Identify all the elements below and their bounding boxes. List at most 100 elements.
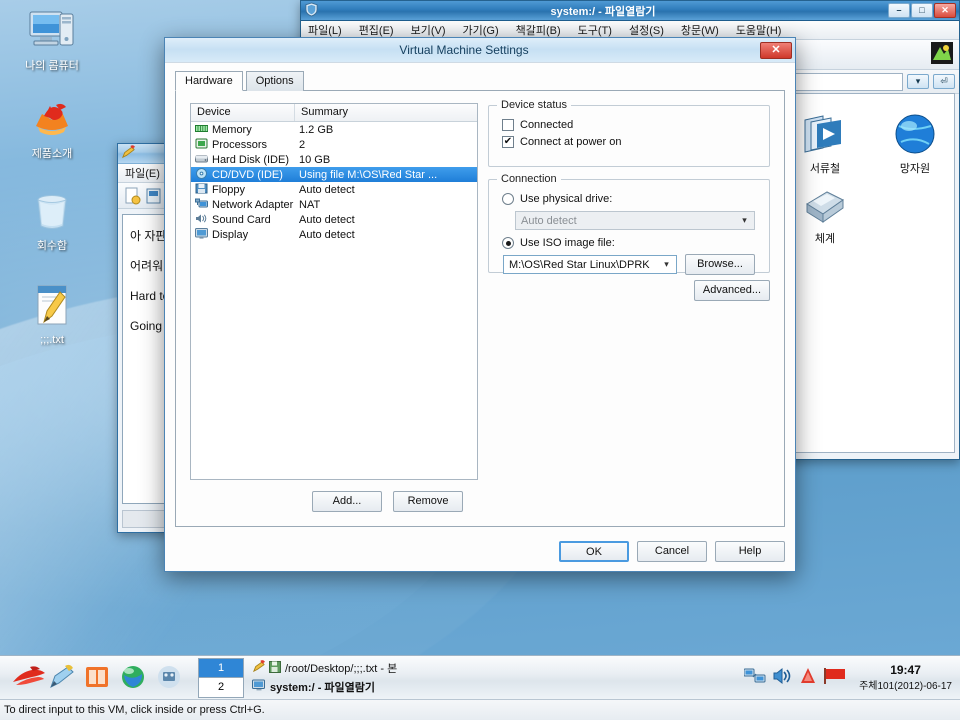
new-document-icon[interactable] xyxy=(123,187,141,205)
device-name: Processors xyxy=(212,139,267,151)
cancel-button[interactable]: Cancel xyxy=(637,541,707,562)
physical-drive-combo[interactable]: Auto detect ▾ xyxy=(515,211,755,230)
device-summary: 10 GB xyxy=(299,154,477,166)
connected-label: Connected xyxy=(520,119,573,131)
device-name: Memory xyxy=(212,124,252,136)
device-name: CD/DVD (IDE) xyxy=(212,169,283,181)
radio-dot[interactable] xyxy=(502,193,514,205)
device-row-hard-disk[interactable]: Hard Disk (IDE) 10 GB xyxy=(191,152,477,167)
cddvd-icon xyxy=(195,168,208,182)
device-summary: Using file M:\OS\Red Star ... xyxy=(299,169,477,181)
maximize-button[interactable]: □ xyxy=(911,3,933,18)
location-dropdown-icon[interactable]: ▾ xyxy=(907,74,929,89)
device-name: Floppy xyxy=(212,184,245,196)
taskbar[interactable]: 1 2 /root/Desktop/;;;.txt - 본 system:/ -… xyxy=(0,655,960,699)
radio-dot[interactable] xyxy=(502,237,514,249)
desktop-icon-text-file[interactable]: ;;;.txt xyxy=(6,282,98,347)
taskbar-item-label: /root/Desktop/;;;.txt - 본 xyxy=(285,660,397,676)
volume-icon[interactable] xyxy=(773,667,793,688)
go-button[interactable]: ⏎ xyxy=(933,74,955,89)
pager-desktop-2[interactable]: 2 xyxy=(199,678,243,697)
device-summary: NAT xyxy=(299,199,477,211)
device-summary: Auto detect xyxy=(299,184,477,196)
device-row-sound-card[interactable]: Sound Card Auto detect xyxy=(191,212,477,227)
use-iso-image-radio[interactable]: Use ISO image file: xyxy=(502,237,769,249)
floppy-icon xyxy=(195,183,208,197)
device-row-network-adapter[interactable]: Network Adapter NAT xyxy=(191,197,477,212)
connected-checkbox[interactable]: Connected xyxy=(502,119,769,131)
desktop-pager[interactable]: 1 2 xyxy=(198,658,244,698)
desktop-icon-my-computer[interactable]: 나의 콤퓨터 xyxy=(6,8,98,73)
device-summary: 2 xyxy=(299,139,477,151)
checkbox-box[interactable] xyxy=(502,119,514,131)
tab-options[interactable]: Options xyxy=(246,71,304,91)
dialog-titlebar[interactable]: Virtual Machine Settings ✕ xyxy=(165,38,795,62)
editor-menu-file[interactable]: 파일(E) xyxy=(122,164,163,182)
device-row-cd-dvd[interactable]: CD/DVD (IDE) Using file M:\OS\Red Star .… xyxy=(191,167,477,182)
advanced-button[interactable]: Advanced... xyxy=(694,280,770,301)
tools-launcher-icon[interactable] xyxy=(156,664,184,692)
iso-path-combo[interactable]: M:\OS\Red Star Linux\DPRK ▾ xyxy=(503,255,677,274)
my-computer-icon xyxy=(6,8,98,58)
konqueror-logo-icon xyxy=(931,42,953,67)
flag-icon[interactable] xyxy=(823,667,847,688)
filemanager-task-icon xyxy=(252,679,266,695)
network-icon[interactable] xyxy=(744,667,766,688)
network-adapter-icon xyxy=(195,198,208,212)
device-summary: Auto detect xyxy=(299,229,477,241)
use-physical-drive-label: Use physical drive: xyxy=(520,193,612,205)
chevron-down-icon[interactable]: ▾ xyxy=(659,259,674,270)
column-header-summary: Summary xyxy=(295,104,348,121)
taskbar-window-list[interactable]: /root/Desktop/;;;.txt - 본 system:/ - 파일열… xyxy=(244,660,744,696)
save-icon xyxy=(269,661,281,676)
open-document-icon[interactable] xyxy=(145,187,163,205)
add-device-button[interactable]: Add... xyxy=(312,491,382,512)
file-item-network[interactable]: 망자원 xyxy=(872,112,958,176)
device-name: Hard Disk (IDE) xyxy=(212,154,289,166)
taskbar-item-label: system:/ - 파일열람기 xyxy=(270,679,375,695)
chevron-down-icon[interactable]: ▾ xyxy=(737,215,752,226)
desktop-icon-label: 나의 콤퓨터 xyxy=(23,60,81,73)
use-physical-drive-radio[interactable]: Use physical drive: xyxy=(502,193,769,205)
physical-drive-value: Auto detect xyxy=(521,215,577,227)
device-row-display[interactable]: Display Auto detect xyxy=(191,227,477,242)
close-button[interactable]: ✕ xyxy=(934,3,956,18)
desktop-icon-product-info[interactable]: 제품소개 xyxy=(6,96,98,161)
virtual-machine-settings-dialog[interactable]: Virtual Machine Settings ✕ Hardware Opti… xyxy=(164,37,796,572)
taskbar-launchers[interactable] xyxy=(0,664,184,692)
file-manager-titlebar[interactable]: system:/ - 파일열람기 – □ ✕ xyxy=(301,1,959,21)
browser-launcher-icon[interactable] xyxy=(120,664,148,692)
device-row-memory[interactable]: Memory 1.2 GB xyxy=(191,122,477,137)
soundcard-icon xyxy=(195,213,208,227)
desktop-icon-label: ;;;.txt xyxy=(38,334,66,347)
ok-button[interactable]: OK xyxy=(559,541,629,562)
device-summary: 1.2 GB xyxy=(299,124,477,136)
updates-icon[interactable] xyxy=(800,667,816,688)
device-row-floppy[interactable]: Floppy Auto detect xyxy=(191,182,477,197)
desktop-icon-label: 회수함 xyxy=(35,240,69,253)
dialog-close-button[interactable]: ✕ xyxy=(760,42,792,59)
minimize-button[interactable]: – xyxy=(888,3,910,18)
start-menu-icon[interactable] xyxy=(12,664,40,692)
browse-button[interactable]: Browse... xyxy=(685,254,755,275)
editor-launcher-icon[interactable] xyxy=(48,664,76,692)
taskbar-item-editor[interactable]: /root/Desktop/;;;.txt - 본 xyxy=(252,660,744,677)
system-tray[interactable] xyxy=(744,667,853,688)
pager-desktop-1[interactable]: 1 xyxy=(199,659,243,679)
connect-at-power-on-checkbox[interactable]: ✔ Connect at power on xyxy=(502,136,769,148)
remove-device-button[interactable]: Remove xyxy=(393,491,463,512)
dialog-tabstrip[interactable]: Hardware Options xyxy=(175,71,785,91)
device-row-processors[interactable]: Processors 2 xyxy=(191,137,477,152)
help-button[interactable]: Help xyxy=(715,541,785,562)
device-list[interactable]: Device Summary Memory 1.2 GB xyxy=(190,103,478,480)
taskbar-item-file-manager[interactable]: system:/ - 파일열람기 xyxy=(252,679,744,696)
device-list-header: Device Summary xyxy=(191,104,477,122)
tab-hardware[interactable]: Hardware xyxy=(175,71,243,91)
device-status-group: Device status Connected ✔ Connect at pow… xyxy=(488,105,770,167)
desktop-icon-trash[interactable]: 회수함 xyxy=(6,188,98,253)
hardware-panel: Device Summary Memory 1.2 GB xyxy=(175,91,785,527)
text-file-icon xyxy=(6,282,98,332)
office-launcher-icon[interactable] xyxy=(84,664,112,692)
taskbar-clock[interactable]: 19:47 주체101(2012)-06-17 xyxy=(853,663,960,692)
checkbox-box[interactable]: ✔ xyxy=(502,136,514,148)
